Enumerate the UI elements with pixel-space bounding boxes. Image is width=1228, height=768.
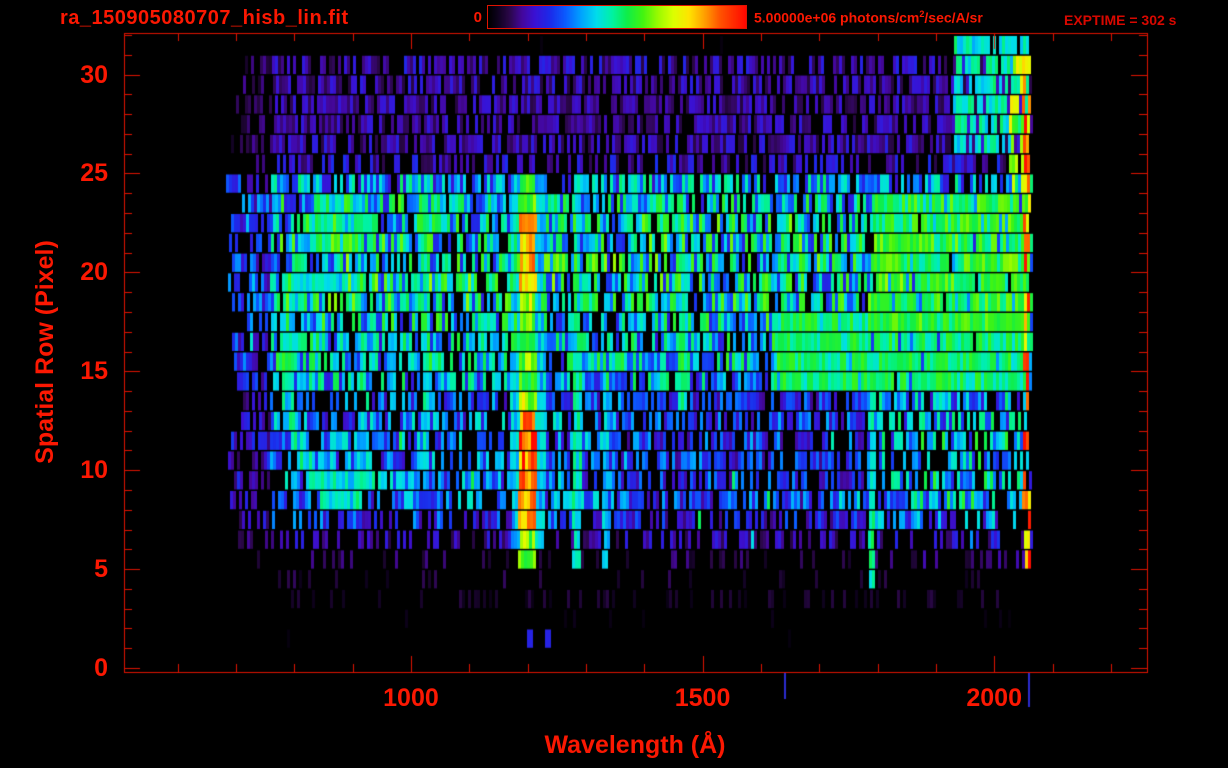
x-tick-label: 2000 xyxy=(949,684,1039,714)
x-tick-label: 1500 xyxy=(658,684,748,714)
y-tick-label: 30 xyxy=(40,60,108,90)
colorbar-min-label: 0 xyxy=(440,9,482,26)
y-tick-label: 25 xyxy=(40,158,108,188)
spectral-image-canvas xyxy=(0,0,1228,768)
colorbar-max-label: 5.00000e+06 photons/cm2/sec/A/sr xyxy=(754,9,983,26)
colorbar xyxy=(487,5,747,29)
y-tick-label: 10 xyxy=(40,455,108,485)
colorbar-max-prefix: 5.00000e+06 photons/cm xyxy=(754,10,919,26)
y-tick-label: 0 xyxy=(40,653,108,683)
y-tick-label: 15 xyxy=(40,356,108,386)
y-axis-label: Spatial Row (Pixel) xyxy=(31,152,61,552)
colorbar-gradient xyxy=(488,6,746,28)
x-axis-label: Wavelength (Å) xyxy=(385,731,885,760)
colorbar-max-suffix: /sec/A/sr xyxy=(924,10,982,26)
y-tick-label: 5 xyxy=(40,554,108,584)
filename-title: ra_150905080707_hisb_lin.fit xyxy=(60,7,349,30)
y-tick-label: 20 xyxy=(40,257,108,287)
x-tick-label: 1000 xyxy=(366,684,456,714)
idl-spectral-display-window: ra_150905080707_hisb_lin.fit 0 5.00000e+… xyxy=(0,0,1228,768)
exptime-label: EXPTIME = 302 s xyxy=(1064,12,1176,28)
